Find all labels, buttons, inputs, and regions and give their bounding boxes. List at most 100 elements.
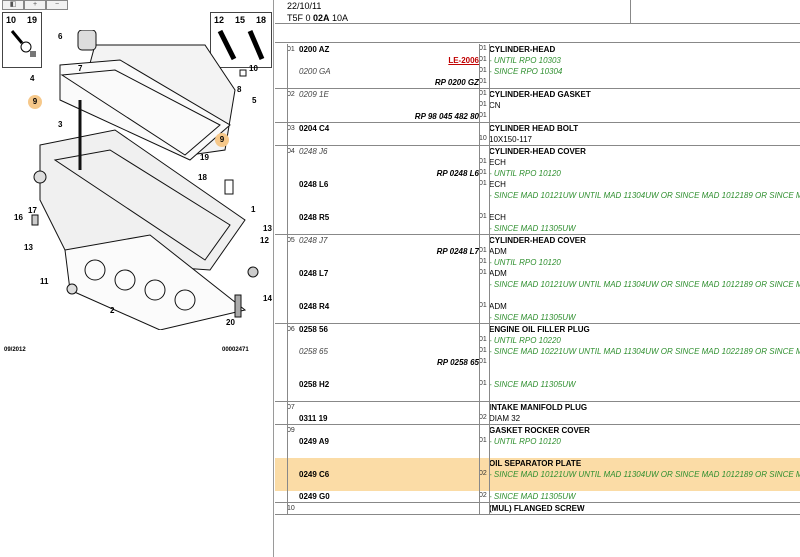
quantity: 01 [479,347,487,354]
callout-label[interactable]: 20 [226,318,235,327]
part-code[interactable]: 0248 J6 [299,147,327,156]
table-row[interactable]: 0248 R4 01 ADM [275,301,800,312]
table-row[interactable]: 0248 J6 CYLINDER-HEAD COVER [275,146,800,157]
table-row[interactable]: 01 CN [275,100,800,111]
part-code[interactable]: 0249 A9 [299,437,329,446]
table-row[interactable]: RP 0258 65 01 [275,357,800,368]
callout-label[interactable]: 18 [198,173,207,182]
table-row[interactable]: RP 0248 L7 01 ADM [275,246,800,257]
table-row[interactable]: - SINCE MAD 11305UW [275,312,800,323]
table-row[interactable] [275,368,800,379]
part-code[interactable]: 0200 AZ [299,45,329,54]
box-label: 18 [256,15,267,25]
callout-label[interactable]: 4 [30,74,34,83]
table-row[interactable]: 0248 R5 01 ECH [275,212,800,223]
column-divider [287,402,288,424]
applicability-note: - UNTIL RPO 10120 [489,169,561,178]
diagram-number: 00002471 [222,347,249,353]
table-row[interactable]: RP 98 045 482 80 01 [275,111,800,122]
part-code[interactable]: 0258 H2 [299,380,329,389]
part-code[interactable]: 0200 GA [299,67,331,76]
part-code[interactable]: 0248 R5 [299,213,329,222]
table-row[interactable]: 0200 GA 01- SINCE RPO 10304 [275,66,800,77]
table-row[interactable]: 0248 L6 01 ECH [275,179,800,190]
table-row[interactable]: - SINCE MAD 11305UW [275,223,800,234]
parts-table: 01 0200 AZ 01 CYLINDER-HEAD LE-2006 01- UNTIL… [275,44,800,515]
callout-label[interactable]: 16 [14,213,23,222]
part-code[interactable]: 0248 R4 [299,302,329,311]
callout-label[interactable]: 3 [58,120,62,129]
table-row[interactable]: - SINCE MAD 10121UW UNTIL MAD 11304UW OR… [275,279,800,290]
box-label: 15 [235,15,246,25]
column-divider [489,324,490,401]
callout-label[interactable]: 14 [263,294,272,303]
table-row[interactable]: 01- UNTIL RPO 10120 [275,257,800,268]
applicability-note: - SINCE MAD 10121UW UNTIL MAD 11304UW OR… [489,470,800,479]
zoom-out-button[interactable]: − [46,0,68,10]
callout-label[interactable]: 6 [58,32,62,41]
table-row[interactable]: 0204 C4 CYLINDER HEAD BOLT [275,123,800,134]
table-row[interactable]: 0209 1E 01 CYLINDER-HEAD GASKET [275,89,800,100]
table-row[interactable]: 0258 65 01- SINCE MAD 10221UW UNTIL MAD 1… [275,346,800,357]
part-title: CYLINDER-HEAD GASKET [489,90,591,99]
callout-label[interactable]: 7 [78,64,82,73]
callout-label[interactable]: 11 [40,277,48,286]
table-row[interactable]: - SINCE MAD 10121UW UNTIL MAD 11304UW OR… [275,190,800,201]
table-row[interactable]: 0200 AZ 01 CYLINDER-HEAD [275,44,800,55]
table-row[interactable] [275,201,800,212]
table-row[interactable] [275,290,800,301]
diagram-button-1[interactable]: ◧ [2,0,24,10]
table-row[interactable]: INTAKE MANIFOLD PLUG [275,402,800,413]
table-row[interactable]: RP 0200 GZ 01 [275,77,800,88]
callout-label[interactable]: 12 [260,236,269,245]
table-row[interactable]: OIL SEPARATOR PLATE [275,458,800,469]
table-row[interactable] [275,480,800,491]
callout-highlighted[interactable]: 9 [215,133,229,147]
part-code[interactable]: 0258 56 [299,325,328,334]
table-row[interactable]: 0258 H2 01- SINCE MAD 11305UW [275,379,800,390]
applicability-note: - SINCE MAD 11305UW [489,492,576,501]
table-row[interactable]: GASKET ROCKER COVER [275,425,800,436]
callout-label[interactable]: 10 [249,64,258,73]
table-row[interactable]: 0248 L7 01 ADM [275,268,800,279]
callout-label[interactable]: 8 [237,85,241,94]
column-divider [287,123,288,145]
table-group: 01 0200 AZ 01 CYLINDER-HEAD LE-2006 01- UNTIL… [275,44,800,89]
callout-label[interactable]: 13 [24,243,33,252]
header-divider [630,0,631,24]
table-row[interactable]: 0249 G0 02- SINCE MAD 11305UW [275,491,800,502]
table-row[interactable]: 10 10X150-117 [275,134,800,145]
part-code[interactable]: 0258 65 [299,347,328,356]
callout-label[interactable]: 13 [263,224,272,233]
ref-link[interactable]: LE-2006 [448,56,479,65]
part-code[interactable]: 0248 L6 [299,180,328,189]
part-code[interactable]: 0249 C6 [299,470,329,479]
part-code[interactable]: 0311 19 [299,414,327,423]
table-row[interactable]: 0311 19 02 DIAM 32 [275,413,800,424]
zoom-in-button[interactable]: + [24,0,46,10]
part-code[interactable]: 0249 G0 [299,492,330,501]
callout-highlighted[interactable]: 9 [28,95,42,109]
callout-label[interactable]: 1 [251,205,255,214]
callout-label[interactable]: 19 [200,153,209,162]
table-row[interactable]: (MUL) FLANGED SCREW [275,503,800,514]
table-row[interactable]: 0248 J7 CYLINDER-HEAD COVER [275,235,800,246]
table-row[interactable]: 0249 A9 01- UNTIL RPO 10120 [275,436,800,447]
callout-label[interactable]: 17 [28,206,37,215]
part-code[interactable]: 0209 1E [299,90,329,99]
table-row[interactable]: 0249 C6 02- SINCE MAD 10121UW UNTIL MAD 1… [275,469,800,480]
table-row[interactable]: 0258 56 ENGINE OIL FILLER PLUG [275,324,800,335]
part-code[interactable]: 0248 L7 [299,269,328,278]
table-row[interactable] [275,447,800,458]
table-row[interactable] [275,390,800,401]
part-code[interactable]: 0204 C4 [299,124,329,133]
table-row[interactable]: LE-2006 01- UNTIL RPO 10303 [275,55,800,66]
callout-label[interactable]: 2 [110,306,114,315]
quantity: 01 [479,67,487,74]
table-row[interactable]: 01 ECH [275,157,800,168]
part-code[interactable]: 0248 J7 [299,236,327,245]
table-row[interactable]: 01- UNTIL RPO 10220 [275,335,800,346]
table-row[interactable]: RP 0248 L6 01- UNTIL RPO 10120 [275,168,800,179]
box-label: 19 [27,15,38,25]
callout-label[interactable]: 5 [252,96,256,105]
